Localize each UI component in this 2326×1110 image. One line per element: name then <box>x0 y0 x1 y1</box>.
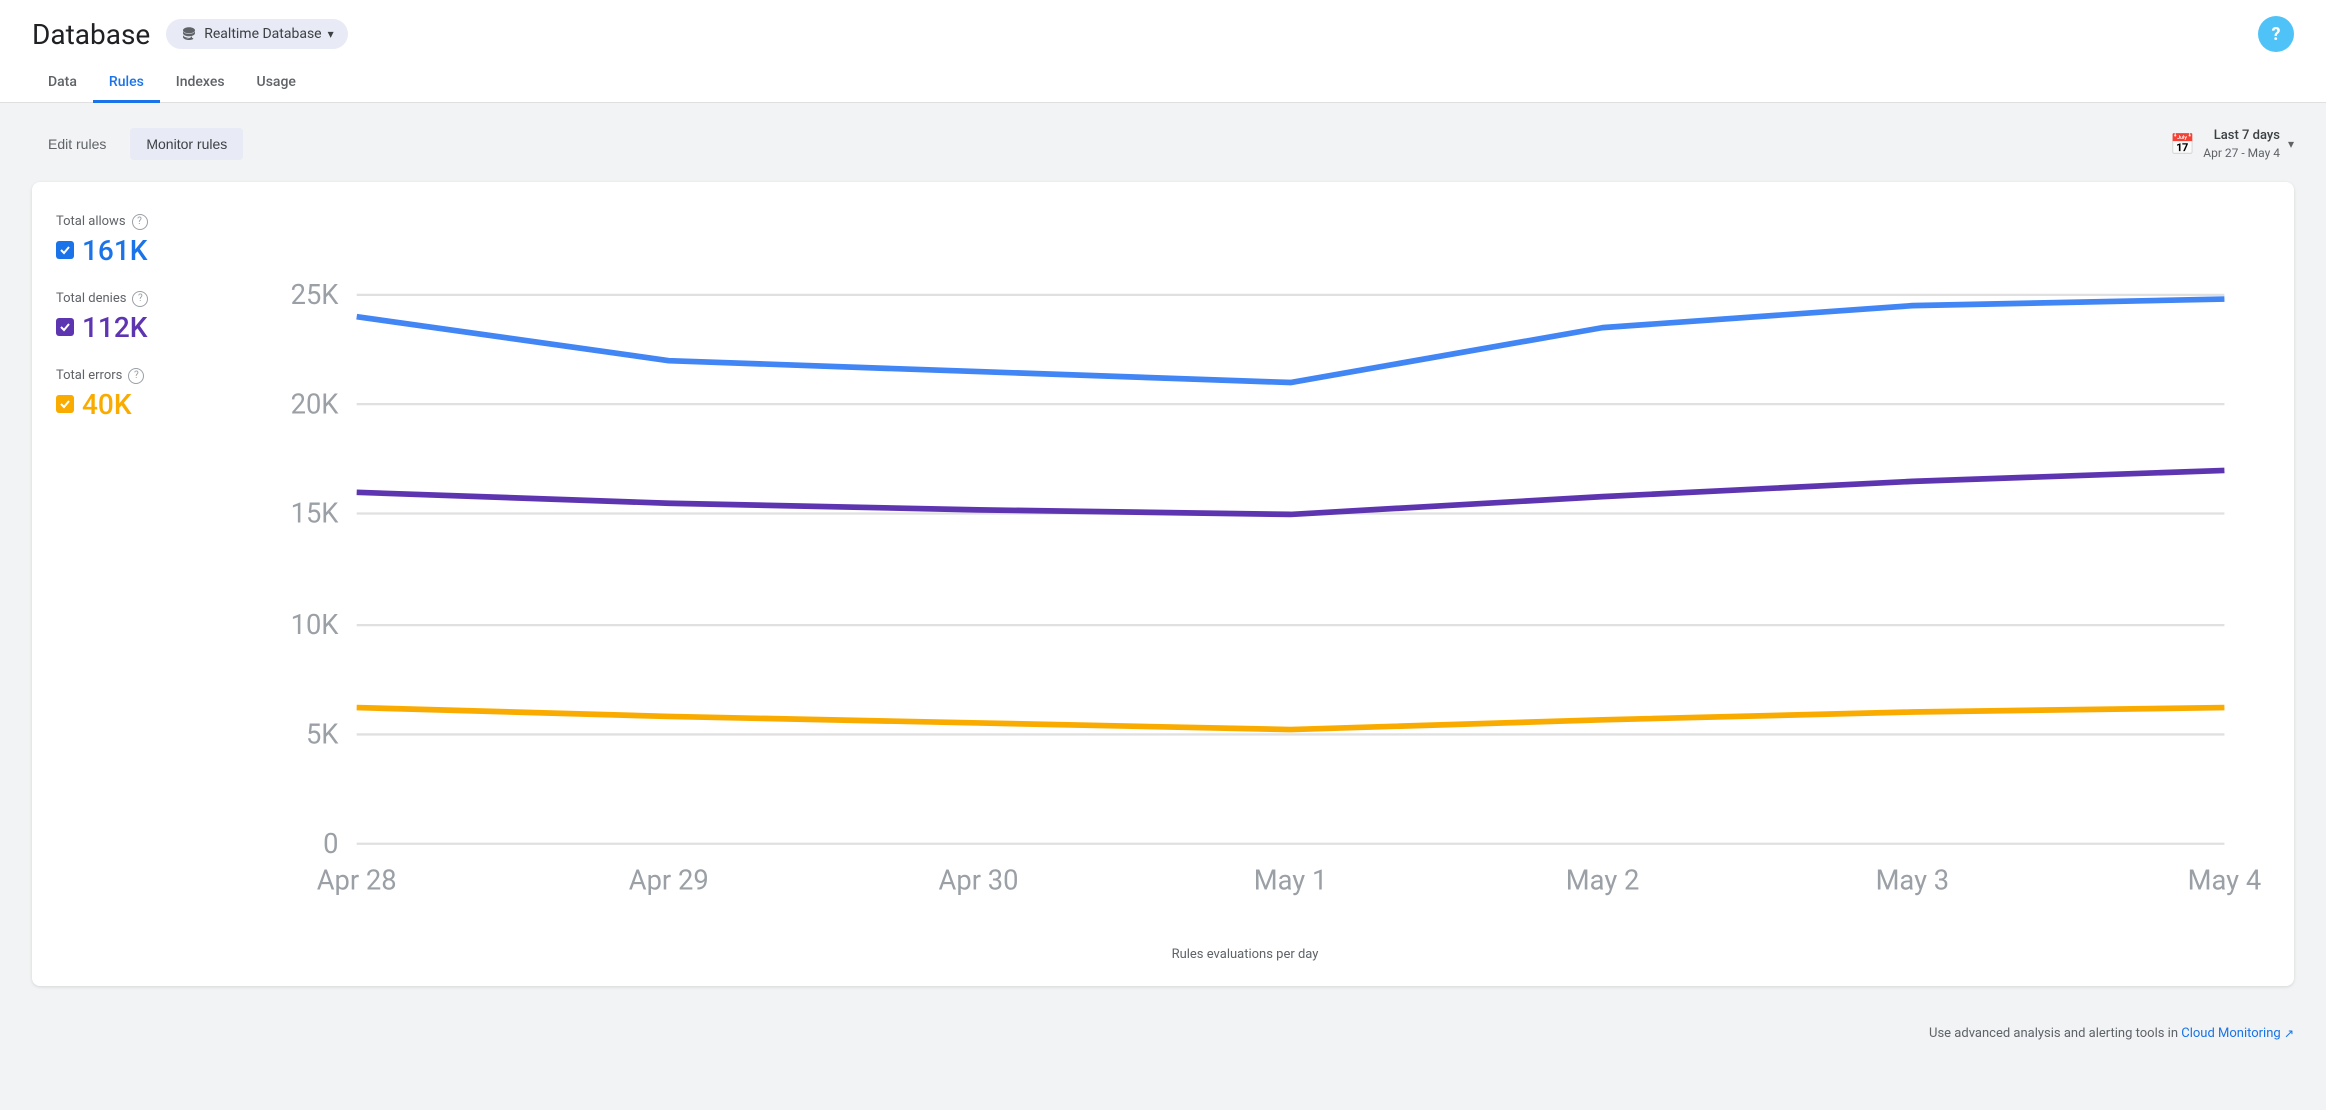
tab-rules[interactable]: Rules <box>93 64 160 103</box>
errors-line <box>357 708 2225 730</box>
date-range-label: Last 7 days <box>2203 127 2280 145</box>
svg-text:Apr 30: Apr 30 <box>939 864 1019 896</box>
svg-text:15K: 15K <box>291 498 340 530</box>
page-title: Database <box>32 18 150 51</box>
chart-legends: Total allows ? 161K Total denies ? <box>56 206 196 962</box>
errors-checkbox[interactable] <box>56 395 74 413</box>
tab-data[interactable]: Data <box>32 64 93 103</box>
chart-svg: 25K 20K 15K 10K 5K 0 Apr 28 Apr 29 Apr 3… <box>220 206 2270 935</box>
toolbar: Edit rules Monitor rules 📅 Last 7 days A… <box>32 127 2294 162</box>
svg-text:20K: 20K <box>291 388 340 420</box>
errors-label: Total errors <box>56 368 122 383</box>
svg-text:10K: 10K <box>291 609 340 641</box>
allows-value: 161K <box>82 234 147 267</box>
date-range-chevron: ▾ <box>2288 137 2294 151</box>
tab-indexes[interactable]: Indexes <box>160 64 241 103</box>
chevron-down-icon: ▾ <box>328 27 334 41</box>
allows-label: Total allows <box>56 214 126 229</box>
monitor-rules-button[interactable]: Monitor rules <box>130 128 243 160</box>
allows-checkbox[interactable] <box>56 241 74 259</box>
allows-help-icon[interactable]: ? <box>132 214 148 230</box>
denies-line <box>357 470 2225 514</box>
chart-x-axis-label: Rules evaluations per day <box>220 947 2270 962</box>
footer-text: Use advanced analysis and alerting tools… <box>1929 1026 2178 1041</box>
svg-text:May 3: May 3 <box>1876 864 1950 896</box>
errors-value: 40K <box>82 388 132 421</box>
tab-usage[interactable]: Usage <box>241 64 312 103</box>
calendar-icon: 📅 <box>2170 132 2195 156</box>
edit-rules-button[interactable]: Edit rules <box>32 128 122 160</box>
denies-checkbox[interactable] <box>56 318 74 336</box>
svg-text:25K: 25K <box>291 279 340 311</box>
denies-value: 112K <box>82 311 147 344</box>
date-range-sub: Apr 27 - May 4 <box>2203 145 2280 162</box>
svg-text:5K: 5K <box>306 719 339 751</box>
svg-text:May 4: May 4 <box>2188 864 2262 896</box>
svg-text:Apr 29: Apr 29 <box>629 864 709 896</box>
allows-line <box>357 299 2225 382</box>
chart-area: 25K 20K 15K 10K 5K 0 Apr 28 Apr 29 Apr 3… <box>220 206 2270 962</box>
legend-allows: Total allows ? 161K <box>56 214 196 267</box>
legend-errors: Total errors ? 40K <box>56 368 196 421</box>
cloud-monitoring-label: Cloud Monitoring <box>2181 1026 2280 1041</box>
nav-tabs: Data Rules Indexes Usage <box>32 64 2294 102</box>
svg-text:0: 0 <box>323 828 338 860</box>
svg-text:May 2: May 2 <box>1566 864 1640 896</box>
denies-label: Total denies <box>56 291 126 306</box>
database-icon <box>180 25 198 43</box>
external-link-icon: ↗ <box>2284 1026 2294 1040</box>
footer-note: Use advanced analysis and alerting tools… <box>0 1010 2326 1057</box>
cloud-monitoring-link[interactable]: Cloud Monitoring ↗ <box>2181 1026 2294 1041</box>
errors-help-icon[interactable]: ? <box>128 368 144 384</box>
db-selector[interactable]: Realtime Database ▾ <box>166 19 347 49</box>
denies-help-icon[interactable]: ? <box>132 291 148 307</box>
date-range-selector[interactable]: 📅 Last 7 days Apr 27 - May 4 ▾ <box>2170 127 2294 162</box>
chart-card: Total allows ? 161K Total denies ? <box>32 182 2294 986</box>
legend-denies: Total denies ? 112K <box>56 291 196 344</box>
svg-text:May 1: May 1 <box>1254 864 1328 896</box>
svg-text:Apr 28: Apr 28 <box>317 864 397 896</box>
help-icon-top[interactable]: ? <box>2258 16 2294 52</box>
db-selector-label: Realtime Database <box>204 26 321 42</box>
